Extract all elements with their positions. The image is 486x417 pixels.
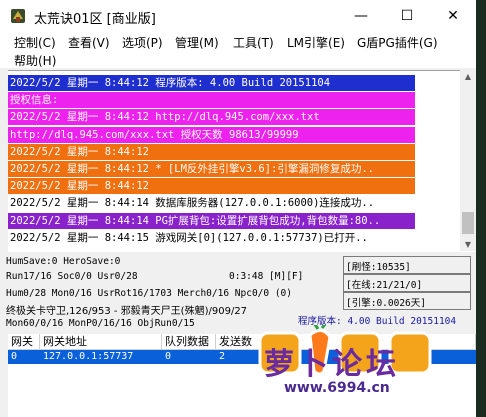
window-title: 太荒诀01区 [商业版] — [34, 12, 156, 27]
online-box: [在线:21/21/0] — [343, 274, 471, 292]
log-line: 2022/5/2 星期一 8:44:12 — [8, 143, 415, 160]
col-gateway-address[interactable]: 网关地址 — [40, 334, 162, 350]
monster-status: Mon60/0/16 MonP0/16/16 ObjRun0/15 — [6, 318, 195, 329]
title-bar[interactable]: 太荒诀01区 [商业版] — ☐ ✕ — [0, 0, 476, 32]
watermark-logo-text: 萝卜论坛 — [264, 347, 400, 382]
menu-g-shield-plugin[interactable]: G盾PG插件(G) — [357, 34, 438, 51]
scrollbar-thumb[interactable] — [462, 212, 474, 234]
col-queue-data[interactable]: 队列数据 — [162, 334, 216, 350]
log-line: 2022/5/2 星期一 8:44:14 PG扩展背包:设置扩展背包成功,背包数… — [8, 212, 415, 229]
maximize-button[interactable]: ☐ — [384, 0, 430, 32]
log-panel[interactable]: 2022/5/2 星期一 8:44:12 程序版本: 4.00 Build 20… — [8, 70, 476, 252]
boss-status: 终极关卡守卫,126/953 - 邪毅青天尸王(殊魍)/909/27 — [6, 306, 248, 317]
watermark-url: www.6994.cn — [284, 380, 390, 396]
menu-lm-engine[interactable]: LM引擎(E) — [287, 34, 345, 51]
close-button[interactable]: ✕ — [430, 0, 476, 32]
scroll-down-arrow-icon[interactable]: ▼ — [460, 240, 476, 249]
menu-view[interactable]: 查看(V) — [68, 34, 110, 51]
object-status: Hum0/28 Mon0/16 UsrRot16/1703 Merch0/16 … — [6, 288, 292, 299]
online-count: [在线:21/21/0] — [346, 280, 423, 291]
run-status: Run17/16 Soc0/0 Usr0/28 — [6, 271, 138, 282]
row-gateway: 0 — [11, 351, 18, 362]
uptime-timer: 0:3:48 [M][F] — [229, 271, 304, 282]
row-gateway-address: 127.0.0.1:57737 — [43, 351, 134, 362]
minimize-button[interactable]: — — [338, 0, 384, 32]
menu-tools[interactable]: 工具(T) — [233, 34, 274, 51]
refresh-count: [刷怪:10535] — [346, 262, 411, 273]
log-line: 2022/5/2 星期一 8:44:15 游戏网关[0](127.0.0.1:5… — [8, 229, 368, 246]
scroll-up-arrow-icon[interactable]: ▲ — [460, 72, 476, 81]
menu-manage[interactable]: 管理(M) — [175, 34, 219, 51]
engine-box: [引擎:0.0026天] — [343, 292, 471, 310]
app-icon — [11, 9, 25, 23]
log-line: 2022/5/2 星期一 8:44:12 程序版本: 4.00 Build 20… — [8, 75, 415, 91]
menu-options[interactable]: 选项(P) — [122, 34, 163, 51]
log-line: 2022/5/2 星期一 8:44:12 http://dlq.945.com/… — [8, 109, 415, 126]
log-line: 2022/5/2 星期一 8:44:14 数据库服务器(127.0.0.1:60… — [8, 195, 375, 212]
menu-control[interactable]: 控制(C) — [14, 34, 56, 51]
row-queue-data: 0 — [165, 351, 172, 362]
log-line: http://dlq.945.com/xxx.txt 授权天数 98613/99… — [8, 126, 415, 143]
log-line: 2022/5/2 星期一 8:44:12 — [8, 178, 415, 195]
log-line: 授权信息: — [8, 92, 415, 109]
col-gateway[interactable]: 网关 — [8, 334, 40, 350]
save-status: HumSave:0 HeroSave:0 — [6, 256, 121, 267]
log-line: 2022/5/2 星期一 8:44:12 * [LM反外挂引擎v3.6]:引擎漏… — [8, 161, 415, 177]
menu-bar: 控制(C) 查看(V) 选项(P) 管理(M) 工具(T) LM引擎(E) G盾… — [0, 32, 476, 68]
engine-days: [引擎:0.0026天] — [346, 298, 426, 309]
refresh-box: [刷怪:10535] — [343, 256, 471, 274]
menu-help[interactable]: 帮助(H) — [14, 52, 56, 69]
